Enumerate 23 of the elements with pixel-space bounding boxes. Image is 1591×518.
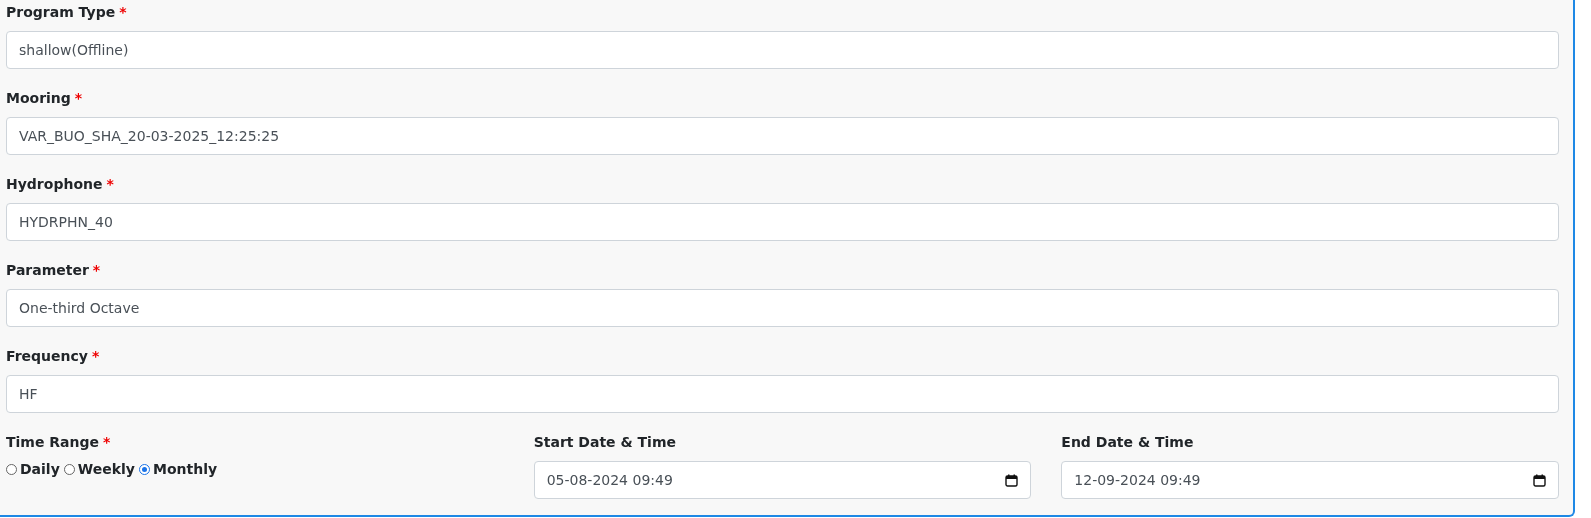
radio-option[interactable]: Daily — [6, 461, 60, 477]
field-label: Frequency * — [6, 347, 101, 366]
input-field[interactable]: One-third Octave — [6, 289, 1559, 327]
field-label: Time Range * — [6, 433, 112, 452]
radio-icon[interactable] — [63, 463, 75, 475]
input-field[interactable]: HF — [6, 375, 1559, 413]
input-field[interactable]: shallow(Offline) — [6, 31, 1559, 69]
date-time-field[interactable]: 05-08-2024 09:49 — [533, 461, 1032, 499]
radio-icon[interactable] — [138, 463, 150, 475]
field-label: Hydrophone * — [6, 175, 115, 194]
date-time-field[interactable]: 12-09-2024 09:49 — [1061, 461, 1559, 499]
field-label: Start Date & Time — [533, 433, 677, 452]
field-label: Parameter * — [6, 261, 102, 280]
radio-icon[interactable] — [6, 463, 17, 475]
input-field[interactable]: VAR_BUO_SHA_20-03-2025_12:25:25 — [6, 117, 1559, 155]
field-label: Program Type * — [6, 3, 128, 22]
radio-option[interactable]: Monthly — [138, 461, 218, 477]
radio-option[interactable]: Weekly — [63, 461, 135, 477]
calendar-icon[interactable] — [1533, 473, 1546, 487]
field-label: End Date & Time — [1061, 433, 1195, 452]
calendar-icon[interactable] — [1005, 473, 1019, 487]
input-field[interactable]: HYDRPHN_40 — [6, 203, 1559, 241]
field-label: Mooring * — [6, 89, 84, 108]
